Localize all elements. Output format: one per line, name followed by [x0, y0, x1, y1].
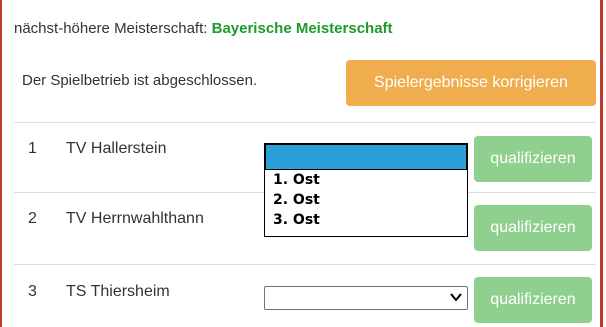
correct-results-button[interactable]: Spielergebnisse korrigieren — [346, 60, 596, 106]
divider — [14, 122, 596, 123]
group-select[interactable] — [264, 286, 468, 310]
next-championship-label: nächst-höhere Meisterschaft: — [14, 20, 208, 37]
dropdown-option[interactable]: 1. Ost — [265, 170, 467, 190]
chevron-down-icon — [450, 293, 462, 302]
team-rank: 3 — [28, 283, 37, 300]
team-name: TS Thiersheim — [66, 283, 170, 300]
team-name: TV Herrnwahlthann — [66, 210, 204, 227]
divider — [14, 264, 596, 265]
dropdown-option[interactable]: 2. Ost — [265, 190, 467, 210]
group-dropdown-list: 1. Ost 2. Ost 3. Ost — [264, 143, 468, 237]
team-name: TV Hallerstein — [66, 140, 167, 157]
qualify-button[interactable]: qualifizieren — [474, 205, 592, 251]
team-rank: 2 — [28, 210, 37, 227]
qualify-button[interactable]: qualifizieren — [474, 277, 592, 323]
dropdown-option[interactable] — [265, 144, 467, 170]
status-text: Der Spielbetrieb ist abgeschlossen. — [22, 72, 258, 89]
dropdown-option[interactable]: 3. Ost — [265, 210, 467, 230]
qualify-button[interactable]: qualifizieren — [474, 136, 592, 182]
next-championship-value: Bayerische Meisterschaft — [211, 20, 393, 37]
team-rank: 1 — [28, 140, 37, 157]
next-championship-line: nächst-höhere Meisterschaft: Bayerische … — [14, 20, 393, 37]
